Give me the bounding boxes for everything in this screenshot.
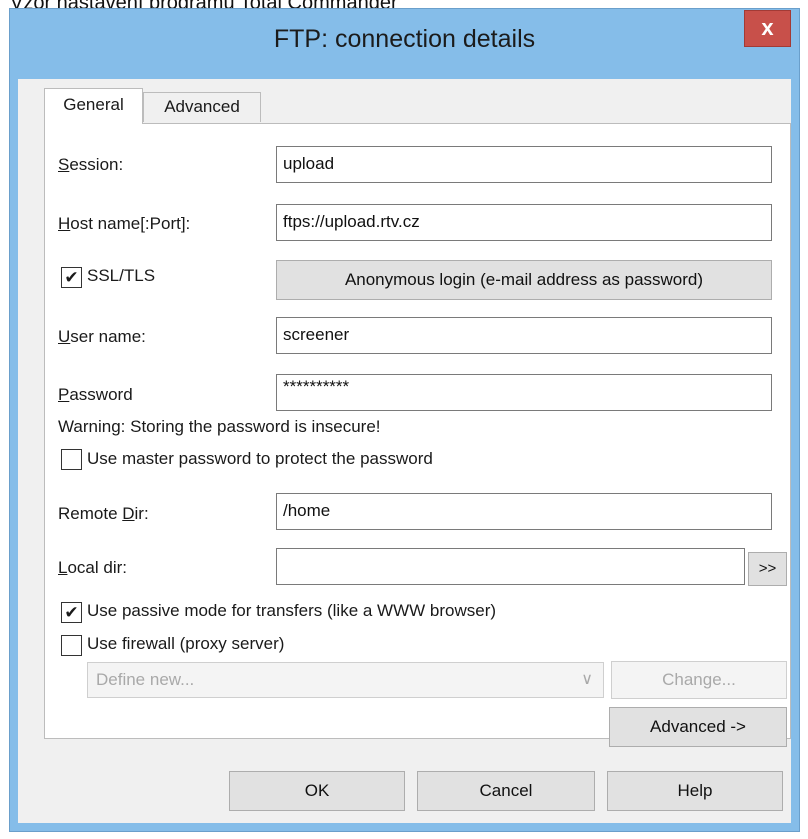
tab-general[interactable]: General: [44, 88, 143, 124]
master-password-checkbox[interactable]: [61, 449, 82, 470]
passive-mode-label: Use passive mode for transfers (like a W…: [87, 601, 497, 620]
firewall-checkbox[interactable]: [61, 635, 82, 656]
ftp-connection-dialog: FTP: connection details x General Advanc…: [9, 8, 800, 832]
password-warning: Warning: Storing the password is insecur…: [58, 417, 381, 436]
master-password-label: Use master password to protect the passw…: [87, 449, 433, 468]
check-icon: ✔: [64, 603, 79, 622]
window-title: FTP: connection details: [273, 25, 536, 53]
close-button[interactable]: x: [744, 10, 791, 47]
check-icon: ✔: [64, 268, 79, 287]
change-proxy-button[interactable]: Change...: [611, 661, 787, 699]
passive-mode-checkbox[interactable]: ✔: [61, 602, 82, 623]
ssl-checkbox[interactable]: ✔: [61, 267, 82, 288]
password-input[interactable]: **********: [276, 374, 772, 411]
title-bar[interactable]: FTP: connection details x: [10, 9, 799, 79]
host-label: Host name[:Port]:: [58, 214, 191, 233]
chevron-down-icon: ∨: [581, 671, 593, 688]
local-dir-input[interactable]: [276, 548, 745, 585]
anonymous-login-button[interactable]: Anonymous login (e-mail address as passw…: [276, 260, 772, 300]
proxy-server-select[interactable]: Define new... ∨: [87, 662, 604, 698]
local-dir-label: Local dir:: [58, 558, 127, 577]
host-input[interactable]: ftps://upload.rtv.cz: [276, 204, 772, 241]
ssl-label: SSL/TLS: [87, 266, 156, 285]
close-icon: x: [761, 15, 774, 40]
password-label: Password: [58, 385, 133, 404]
proxy-select-value: Define new...: [96, 670, 195, 689]
firewall-label: Use firewall (proxy server): [87, 634, 285, 653]
username-label: User name:: [58, 327, 146, 346]
dialog-client-area: General Advanced Session: upload Host na…: [18, 79, 791, 823]
cancel-button[interactable]: Cancel: [417, 771, 595, 811]
username-input[interactable]: screener: [276, 317, 772, 354]
session-label: Session:: [58, 155, 124, 174]
advanced-button[interactable]: Advanced ->: [609, 707, 787, 747]
remote-dir-input[interactable]: /home: [276, 493, 772, 530]
browse-local-dir-button[interactable]: >>: [748, 552, 787, 586]
session-input[interactable]: upload: [276, 146, 772, 183]
help-button[interactable]: Help: [607, 771, 783, 811]
general-tab-panel: Session: upload Host name[:Port]: ftps:/…: [44, 123, 791, 747]
ok-button[interactable]: OK: [229, 771, 405, 811]
tab-advanced[interactable]: Advanced: [143, 92, 261, 122]
remote-dir-label: Remote Dir:: [58, 504, 149, 523]
